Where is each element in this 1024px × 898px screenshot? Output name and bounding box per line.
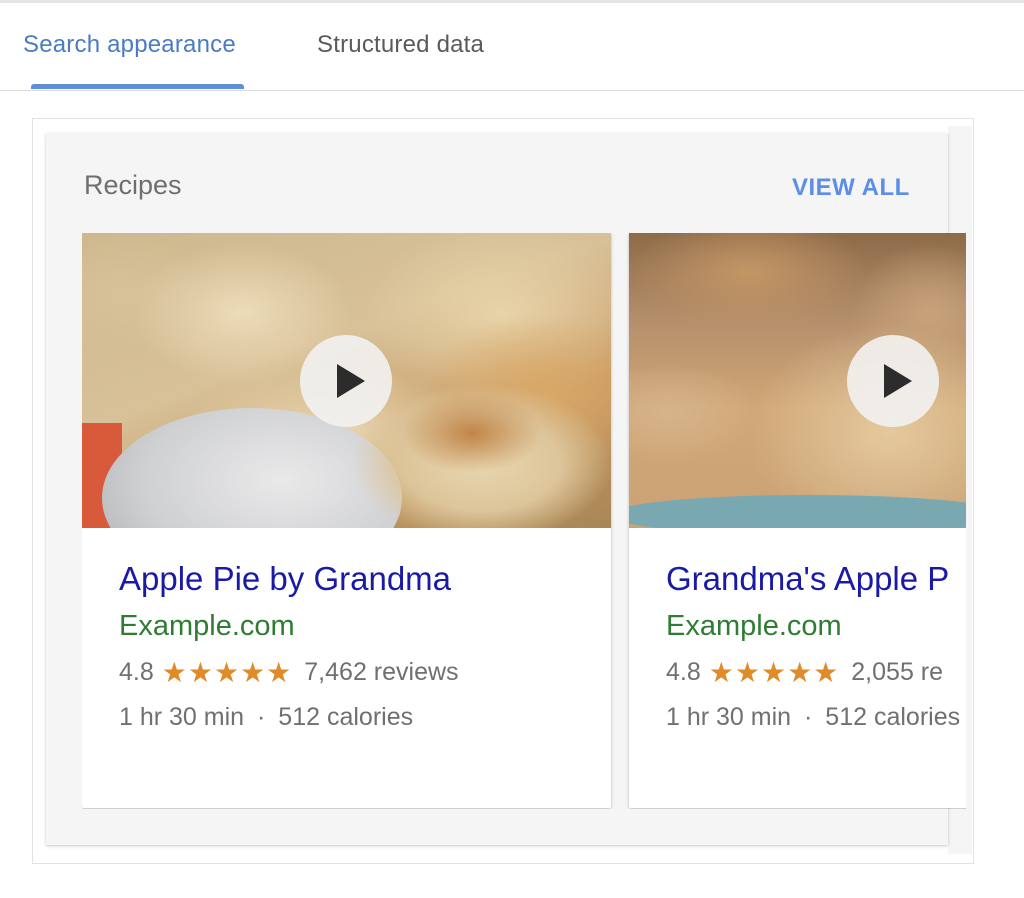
recipe-thumbnail — [629, 233, 966, 528]
recipe-card[interactable]: Apple Pie by Grandma Example.com 4.8 ★★★… — [82, 233, 611, 808]
review-count: 7,462 reviews — [304, 658, 459, 686]
rating-value: 4.8 — [119, 658, 154, 686]
calories: 512 calories — [278, 703, 414, 731]
meta-separator: · — [257, 703, 266, 731]
active-tab-indicator — [31, 84, 244, 89]
play-icon[interactable] — [300, 335, 392, 427]
star-icon: ★★★★★ — [708, 656, 840, 689]
recipe-card[interactable]: Grandma's Apple P Example.com 4.8 ★★★★★ … — [629, 233, 966, 808]
tab-bar: Search appearance Structured data — [0, 3, 1024, 91]
rating-row: 4.8 ★★★★★ 2,055 re — [666, 656, 943, 689]
recipe-title[interactable]: Grandma's Apple P — [666, 560, 949, 598]
thumbnail-detail — [629, 495, 966, 528]
calories: 512 calories — [825, 703, 961, 731]
rating-value: 4.8 — [666, 658, 701, 686]
recipe-meta: 1 hr 30 min · 512 calories — [666, 703, 960, 732]
rating-row: 4.8 ★★★★★ 7,462 reviews — [119, 656, 459, 689]
recipe-site: Example.com — [119, 610, 295, 642]
thumbnail-detail — [352, 383, 611, 528]
tab-search-appearance[interactable]: Search appearance — [23, 31, 236, 59]
meta-separator: · — [804, 703, 813, 731]
cook-time: 1 hr 30 min — [119, 703, 245, 731]
play-icon[interactable] — [847, 335, 939, 427]
tab-structured-data[interactable]: Structured data — [317, 31, 484, 59]
recipe-carousel: Apple Pie by Grandma Example.com 4.8 ★★★… — [82, 233, 966, 809]
star-icon: ★★★★★ — [161, 656, 293, 689]
recipe-title[interactable]: Apple Pie by Grandma — [119, 560, 451, 598]
view-all-link[interactable]: VIEW ALL — [792, 174, 910, 202]
recipe-thumbnail — [82, 233, 611, 528]
panel-title: Recipes — [84, 170, 182, 200]
cook-time: 1 hr 30 min — [666, 703, 792, 731]
recipe-site: Example.com — [666, 610, 842, 642]
review-count: 2,055 re — [851, 658, 944, 686]
recipe-meta: 1 hr 30 min · 512 calories — [119, 703, 413, 732]
